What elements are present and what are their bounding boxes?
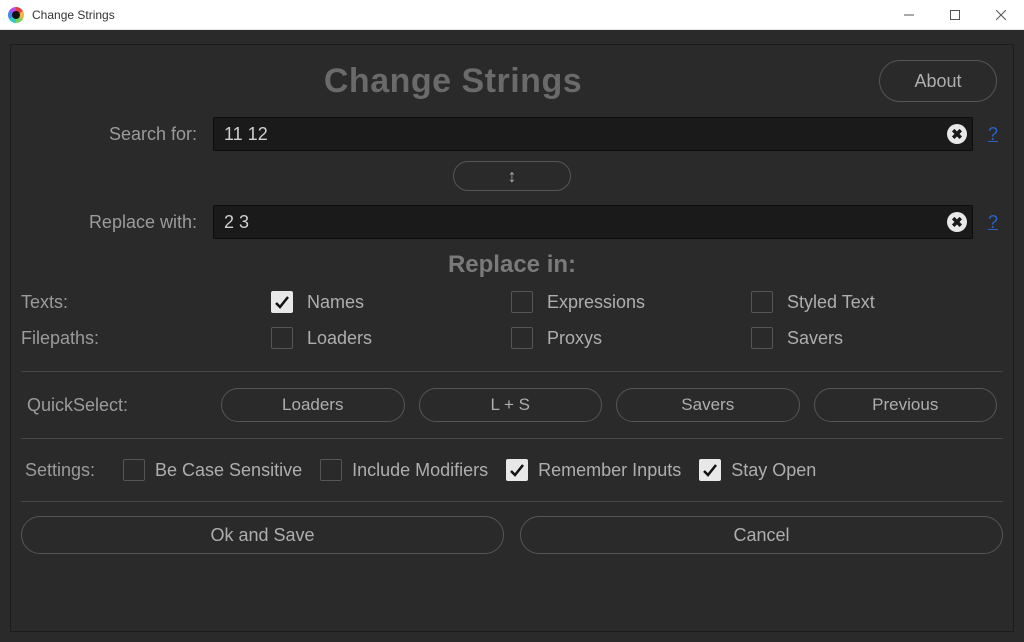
checkbox-names[interactable]: Names bbox=[271, 291, 511, 313]
checkbox-label: Proxys bbox=[547, 328, 602, 349]
checkbox-label: Include Modifiers bbox=[352, 460, 488, 481]
quickselect-l-plus-s-button[interactable]: L + S bbox=[419, 388, 603, 422]
checkbox-label: Be Case Sensitive bbox=[155, 460, 302, 481]
checkbox-label: Styled Text bbox=[787, 292, 875, 313]
window-maximize-button[interactable] bbox=[932, 0, 978, 30]
search-label: Search for: bbox=[17, 124, 207, 145]
window-titlebar: Change Strings bbox=[0, 0, 1024, 30]
main-panel: Change Strings About Search for: ✖ ? ↕ R… bbox=[0, 30, 1024, 642]
search-help-icon[interactable]: ? bbox=[979, 124, 1007, 145]
checkbox-box bbox=[751, 291, 773, 313]
replace-label: Replace with: bbox=[17, 212, 207, 233]
checkbox-label: Names bbox=[307, 292, 364, 313]
replace-in-title: Replace in: bbox=[11, 251, 1013, 279]
search-input[interactable] bbox=[213, 117, 973, 151]
action-row: Ok and Save Cancel bbox=[11, 510, 1013, 554]
setting-stay-open[interactable]: Stay Open bbox=[699, 459, 816, 481]
checkbox-box bbox=[511, 327, 533, 349]
checkbox-label: Remember Inputs bbox=[538, 460, 681, 481]
clear-replace-icon[interactable]: ✖ bbox=[947, 212, 967, 232]
clear-search-icon[interactable]: ✖ bbox=[947, 124, 967, 144]
checkbox-expressions[interactable]: Expressions bbox=[511, 291, 751, 313]
replace-help-icon[interactable]: ? bbox=[979, 212, 1007, 233]
checkbox-box bbox=[699, 459, 721, 481]
swap-icon: ↕ bbox=[508, 166, 517, 187]
checkbox-label: Expressions bbox=[547, 292, 645, 313]
checkbox-box bbox=[511, 291, 533, 313]
page-title: Change Strings bbox=[27, 62, 879, 101]
about-button[interactable]: About bbox=[879, 60, 997, 102]
app-icon bbox=[8, 7, 24, 23]
ok-and-save-button[interactable]: Ok and Save bbox=[21, 516, 504, 554]
checkbox-box bbox=[123, 459, 145, 481]
setting-remember-inputs[interactable]: Remember Inputs bbox=[506, 459, 681, 481]
checkbox-savers[interactable]: Savers bbox=[751, 327, 991, 349]
checkbox-box bbox=[320, 459, 342, 481]
checkbox-box bbox=[271, 327, 293, 349]
checkbox-box bbox=[506, 459, 528, 481]
quickselect-row: QuickSelect: Loaders L + S Savers Previo… bbox=[11, 380, 1013, 430]
filepaths-label: Filepaths: bbox=[21, 328, 271, 349]
quickselect-savers-button[interactable]: Savers bbox=[616, 388, 800, 422]
search-row: Search for: ✖ ? bbox=[11, 111, 1013, 157]
checkbox-loaders[interactable]: Loaders bbox=[271, 327, 511, 349]
settings-label: Settings: bbox=[25, 460, 105, 481]
quickselect-label: QuickSelect: bbox=[27, 395, 207, 416]
window-close-button[interactable] bbox=[978, 0, 1024, 30]
checkbox-box bbox=[751, 327, 773, 349]
window-minimize-button[interactable] bbox=[886, 0, 932, 30]
checkbox-proxys[interactable]: Proxys bbox=[511, 327, 751, 349]
quickselect-loaders-button[interactable]: Loaders bbox=[221, 388, 405, 422]
replace-in-grid: Texts: Names Expressions Styled Text Fil… bbox=[11, 287, 1013, 363]
divider bbox=[21, 501, 1003, 502]
replace-input[interactable] bbox=[213, 205, 973, 239]
cancel-button[interactable]: Cancel bbox=[520, 516, 1003, 554]
quickselect-previous-button[interactable]: Previous bbox=[814, 388, 998, 422]
setting-case-sensitive[interactable]: Be Case Sensitive bbox=[123, 459, 302, 481]
checkbox-label: Stay Open bbox=[731, 460, 816, 481]
divider bbox=[21, 438, 1003, 439]
settings-row: Settings: Be Case Sensitive Include Modi… bbox=[11, 447, 1013, 493]
checkbox-label: Savers bbox=[787, 328, 843, 349]
divider bbox=[21, 371, 1003, 372]
swap-button[interactable]: ↕ bbox=[453, 161, 571, 191]
setting-include-modifiers[interactable]: Include Modifiers bbox=[320, 459, 488, 481]
checkbox-styled-text[interactable]: Styled Text bbox=[751, 291, 991, 313]
texts-label: Texts: bbox=[21, 292, 271, 313]
replace-row: Replace with: ✖ ? bbox=[11, 199, 1013, 245]
checkbox-box bbox=[271, 291, 293, 313]
window-title: Change Strings bbox=[32, 8, 115, 22]
checkbox-label: Loaders bbox=[307, 328, 372, 349]
